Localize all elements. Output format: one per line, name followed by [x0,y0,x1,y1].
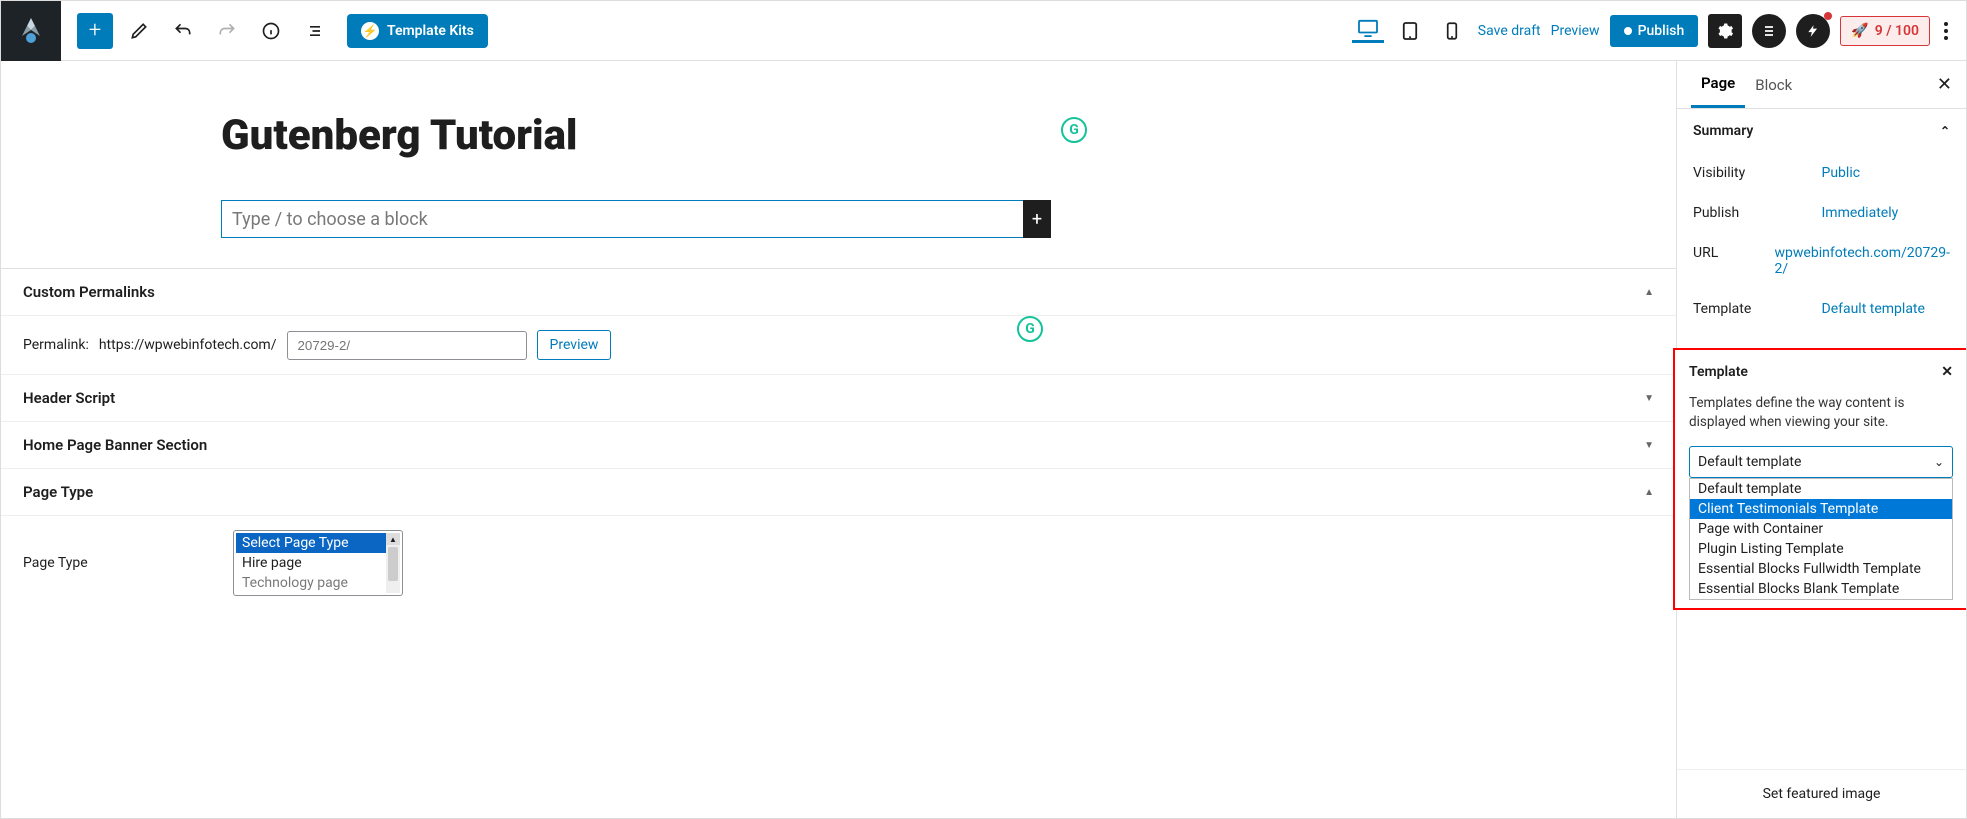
header-script-label: Header Script [23,389,115,407]
info-button[interactable] [253,13,289,49]
header-script-head[interactable]: Header Script ▼ [1,375,1676,422]
permalink-base: https://wpwebinfotech.com/ [99,337,277,353]
url-value[interactable]: wpwebinfotech.com/20729-2/ [1775,245,1951,277]
page-type-option[interactable]: Technology page [236,573,386,593]
visibility-value[interactable]: Public [1822,165,1951,181]
template-selected-value: Default template [1698,454,1801,470]
template-option[interactable]: Essential Blocks Fullwidth Template [1690,559,1952,579]
page-title[interactable]: Gutenberg Tutorial [221,111,1051,160]
edit-mode-button[interactable] [121,13,157,49]
seo-score-badge[interactable]: 🚀 9 / 100 [1840,16,1930,46]
settings-sidebar: Page Block ✕ Summary ⌃ Visibility Public… [1676,61,1966,818]
template-kits-label: Template Kits [387,23,474,39]
template-row[interactable]: Template Default template [1677,289,1966,329]
scroll-up-icon[interactable]: ▲ [386,533,400,545]
page-type-select[interactable]: Select Page Type Hire page Technology pa… [233,530,403,596]
permalink-row: Permalink: https://wpwebinfotech.com/ Pr… [1,316,1676,375]
url-label: URL [1693,245,1775,277]
template-popover-title: Template [1689,364,1748,380]
template-option[interactable]: Client Testimonials Template [1690,499,1952,519]
collapse-icon: ▲ [1644,487,1654,498]
url-row[interactable]: URL wpwebinfotech.com/20729-2/ [1677,233,1966,289]
more-options-button[interactable] [1940,18,1952,44]
save-draft-button[interactable]: Save draft [1478,23,1541,39]
page-type-row: Page Type Select Page Type Hire page Tec… [1,516,1676,610]
add-block-button[interactable]: + [77,13,113,49]
publish-value[interactable]: Immediately [1822,205,1951,221]
page-type-head-label: Page Type [23,483,93,501]
essential-blocks-icon[interactable] [1752,14,1786,48]
redo-button[interactable] [209,13,245,49]
template-options-list: Default templateClient Testimonials Temp… [1689,478,1953,600]
publish-dot-icon [1624,27,1632,35]
inline-add-block-button[interactable]: + [1023,200,1051,238]
permalink-preview-button[interactable]: Preview [537,330,612,360]
preview-button[interactable]: Preview [1551,23,1600,39]
template-option[interactable]: Essential Blocks Blank Template [1690,579,1952,599]
summary-label: Summary [1693,123,1753,139]
custom-permalinks-label: Custom Permalinks [23,283,155,301]
close-sidebar-button[interactable]: ✕ [1937,74,1952,95]
block-placeholder: Type / to choose a block [232,209,428,230]
publish-button[interactable]: Publish [1610,15,1699,47]
template-select[interactable]: Default template ⌄ [1689,446,1953,478]
summary-head[interactable]: Summary ⌃ [1677,109,1966,153]
template-popover: Template ✕ Templates define the way cont… [1673,348,1966,610]
scroll-thumb[interactable] [388,547,398,581]
grammarly-icon[interactable]: G [1017,316,1043,342]
outline-button[interactable] [297,13,333,49]
tab-page[interactable]: Page [1691,61,1745,108]
scrollbar[interactable]: ▲ [386,533,400,593]
toolbar-right: Save draft Preview Publish 🚀 9 / 100 [1352,14,1966,48]
publish-label: Publish [1693,205,1822,221]
template-option[interactable]: Page with Container [1690,519,1952,539]
plugin-icon[interactable] [1796,14,1830,48]
undo-button[interactable] [165,13,201,49]
sidebar-tabs: Page Block ✕ [1677,61,1966,109]
close-popover-button[interactable]: ✕ [1941,364,1953,380]
page-type-option[interactable]: Hire page [236,553,386,573]
grammarly-icon[interactable]: G [1061,117,1087,143]
expand-icon: ▼ [1644,440,1654,451]
toolbar-left: + ⚡ Template Kits [61,13,488,49]
template-kits-button[interactable]: ⚡ Template Kits [347,14,488,48]
settings-icon[interactable] [1708,14,1742,48]
visibility-row[interactable]: Visibility Public [1677,153,1966,193]
mobile-view-icon[interactable] [1436,19,1468,43]
meta-panels: Custom Permalinks ▲ Permalink: https://w… [1,268,1676,610]
permalink-input[interactable] [287,331,527,360]
collapse-icon: ▲ [1644,287,1654,298]
main-editor: Gutenberg Tutorial Type / to choose a bl… [1,61,1676,818]
lightning-icon: ⚡ [361,22,379,40]
banner-section-head[interactable]: Home Page Banner Section ▼ [1,422,1676,469]
notification-dot [1824,12,1832,20]
chevron-up-icon: ⌃ [1940,124,1950,138]
set-featured-image-button[interactable]: Set featured image [1677,769,1966,818]
visibility-label: Visibility [1693,165,1822,181]
chevron-down-icon: ⌄ [1934,455,1944,469]
publish-row[interactable]: Publish Immediately [1677,193,1966,233]
rocket-icon: 🚀 [1851,23,1868,39]
seo-score-value: 9 / 100 [1875,23,1919,39]
publish-label: Publish [1638,23,1685,39]
expand-icon: ▼ [1644,393,1654,404]
template-popover-desc: Templates define the way content is disp… [1689,394,1953,432]
page-type-label: Page Type [23,555,223,571]
template-label: Template [1693,301,1822,317]
banner-section-label: Home Page Banner Section [23,436,207,454]
page-type-head[interactable]: Page Type ▲ [1,469,1676,516]
top-toolbar: + ⚡ Template Kits [1,1,1966,61]
template-option[interactable]: Default template [1690,479,1952,499]
desktop-view-icon[interactable] [1352,19,1384,43]
tablet-view-icon[interactable] [1394,19,1426,43]
template-value[interactable]: Default template [1822,301,1951,317]
page-type-option[interactable]: Select Page Type [236,533,386,553]
permalink-label: Permalink: [23,337,89,353]
wp-logo[interactable] [1,1,61,61]
tab-block[interactable]: Block [1745,61,1802,108]
template-option[interactable]: Plugin Listing Template [1690,539,1952,559]
custom-permalinks-head[interactable]: Custom Permalinks ▲ [1,269,1676,316]
block-input[interactable]: Type / to choose a block + [221,200,1051,238]
